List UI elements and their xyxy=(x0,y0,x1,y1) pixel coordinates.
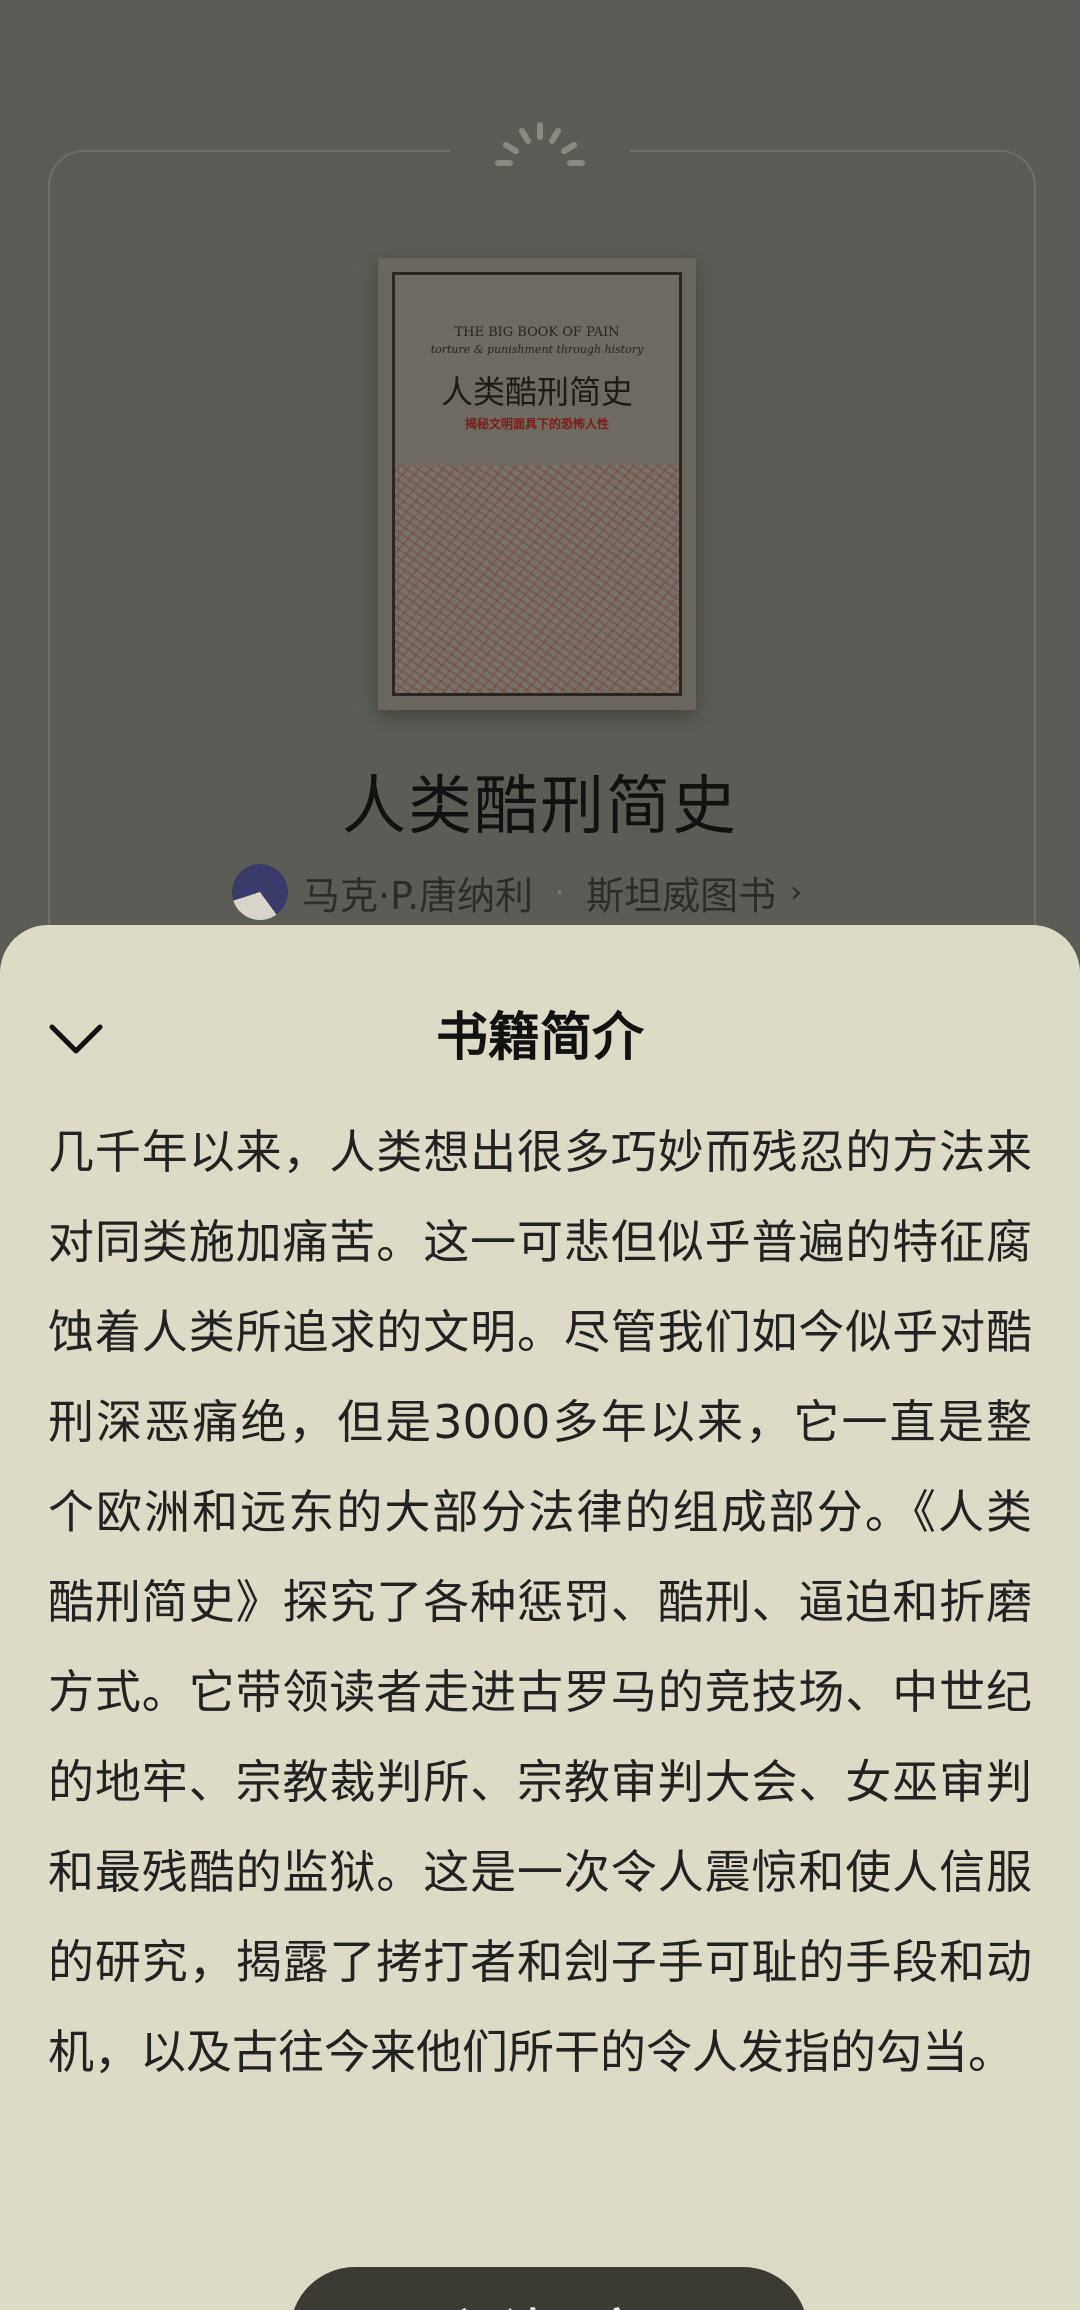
book-title: 人类酷刑简史 xyxy=(342,770,738,844)
publisher-name: 斯坦威图书 xyxy=(586,873,777,918)
author-publisher-row[interactable]: 马克·P.唐纳利 · 斯坦威图书 › xyxy=(232,862,802,922)
cover-english-subtitle: torture & punishment through history xyxy=(430,343,644,356)
cover-subtitle: 揭秘文明面具下的恐怖人性 xyxy=(464,417,609,431)
chevron-right-icon: › xyxy=(790,874,803,910)
cover-english-title: THE BIG BOOK OF PAIN xyxy=(454,325,620,340)
read-text-button[interactable]: 阅读正文 xyxy=(290,2267,808,2310)
cover-header: THE BIG BOOK OF PAIN torture & punishmen… xyxy=(395,275,679,465)
book-cover[interactable]: THE BIG BOOK OF PAIN torture & punishmen… xyxy=(378,258,696,710)
book-description: 几千年以来，人类想出很多巧妙而残忍的方法来对同类施加痛苦。这一可悲但似乎普遍的特… xyxy=(48,1125,1032,2079)
author-avatar xyxy=(232,864,288,920)
book-intro-sheet: 书籍简介 几千年以来，人类想出很多巧妙而残忍的方法来对同类施加痛苦。这一可悲但似… xyxy=(0,925,1080,2310)
cover-illustration xyxy=(395,465,679,693)
author-name: 马克·P.唐纳利 xyxy=(302,873,534,918)
cover-frame: THE BIG BOOK OF PAIN torture & punishmen… xyxy=(392,272,682,696)
cover-chinese-title: 人类酷刑简史 xyxy=(440,373,633,411)
meta-separator: · xyxy=(555,875,565,909)
sheet-title: 书籍简介 xyxy=(435,1008,644,1068)
sunburst-ornament-icon xyxy=(495,122,585,166)
